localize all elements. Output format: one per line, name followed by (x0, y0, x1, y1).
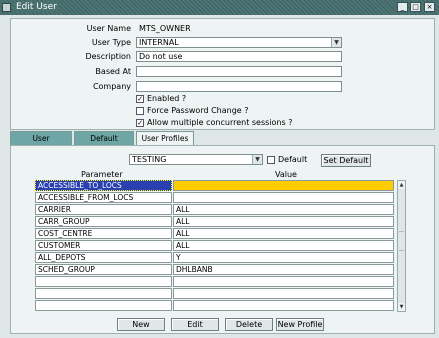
user-type-value: INTERNAL (139, 38, 179, 47)
parameter-cell[interactable] (35, 276, 172, 287)
parameter-column-header: Parameter (81, 170, 123, 179)
table-row[interactable]: CARR_GROUP ALL (35, 216, 394, 228)
value-cell[interactable] (173, 276, 394, 287)
window-title: Edit User (14, 2, 59, 12)
enabled-checkbox[interactable]: ✓ Enabled ? (136, 94, 186, 103)
profile-select[interactable]: TESTING ▼ (129, 154, 263, 165)
user-profiles-panel: TESTING ▼ Default Set Default Parameter … (10, 145, 435, 334)
parameter-cell[interactable]: ALL_DEPOTS (35, 252, 172, 263)
parameter-cell[interactable]: ACCESSIBLE_FROM_LOCS (35, 192, 172, 203)
scroll-thumb[interactable] (399, 231, 404, 251)
force-password-label: Force Password Change ? (147, 106, 249, 115)
based-at-field[interactable] (136, 66, 342, 77)
parameter-cell[interactable]: CARRIER (35, 204, 172, 215)
tab-user-parameters[interactable]: User Parameters (10, 131, 72, 156)
value-cell[interactable]: DHLBANB (173, 264, 394, 275)
delete-button[interactable]: Delete (225, 318, 273, 331)
table-row[interactable] (35, 288, 394, 300)
parameter-cell: ACCESSIBLE_TO_LOCS (38, 181, 122, 190)
scroll-down-icon[interactable]: ▼ (398, 303, 405, 311)
profile-value: TESTING (132, 155, 167, 164)
user-type-label: User Type (91, 38, 131, 47)
close-button[interactable]: × (424, 2, 435, 12)
window-icon (2, 3, 11, 12)
edit-user-window: Edit User _ □ × User Name MTS_OWNER User… (0, 0, 439, 338)
table-row[interactable]: COST_CENTRE ALL (35, 228, 394, 240)
title-bar[interactable]: Edit User _ □ × (0, 0, 439, 15)
value-cell[interactable] (173, 192, 394, 203)
enabled-label: Enabled ? (147, 94, 187, 103)
table-row[interactable]: ALL_DEPOTS Y (35, 252, 394, 264)
default-checkbox[interactable]: Default (267, 155, 307, 164)
company-label: Company (92, 82, 131, 91)
company-field[interactable] (136, 81, 342, 92)
scroll-up-icon[interactable]: ▲ (398, 181, 405, 189)
parameter-cell[interactable] (35, 300, 172, 311)
value-cell[interactable] (173, 300, 394, 311)
check-icon: ✓ (136, 94, 144, 103)
user-details-panel: User Name MTS_OWNER User Type INTERNAL ▼… (10, 18, 435, 130)
value-cell[interactable]: ALL (173, 228, 394, 239)
parameter-cell[interactable]: COST_CENTRE (35, 228, 172, 239)
new-profile-button[interactable]: New Profile (276, 318, 324, 331)
parameter-cell[interactable]: SCHED_GROUP (35, 264, 172, 275)
value-cell[interactable]: ALL (173, 204, 394, 215)
grid-scrollbar[interactable]: ▲ ▼ (397, 180, 406, 312)
minimize-button[interactable]: _ (397, 2, 408, 12)
chevron-down-icon[interactable]: ▼ (252, 155, 262, 164)
parameter-cell[interactable]: CUSTOMER (35, 240, 172, 251)
table-row[interactable]: CARRIER ALL (35, 204, 394, 216)
table-row[interactable] (35, 276, 394, 288)
check-icon: ✓ (136, 118, 144, 127)
tab-default-printers[interactable]: Default Printers (74, 131, 134, 156)
description-field[interactable]: Do not use (136, 51, 342, 62)
allow-multiple-sessions-checkbox[interactable]: ✓ Allow multiple concurrent sessions ? (136, 118, 292, 127)
value-cell[interactable] (173, 288, 394, 299)
table-row[interactable] (35, 300, 394, 312)
value-cell[interactable] (173, 180, 394, 191)
value-cell[interactable]: ALL (173, 216, 394, 227)
user-name-value: MTS_OWNER (139, 24, 191, 33)
tab-user-profiles[interactable]: User Profiles (136, 131, 194, 146)
edit-button[interactable]: Edit (171, 318, 219, 331)
value-cell[interactable]: ALL (173, 240, 394, 251)
table-row[interactable]: ACCESSIBLE_FROM_LOCS (35, 192, 394, 204)
maximize-button[interactable]: □ (410, 2, 421, 12)
parameter-grid: ACCESSIBLE_TO_LOCS ACCESSIBLE_FROM_LOCS … (35, 180, 394, 312)
table-row[interactable]: CUSTOMER ALL (35, 240, 394, 252)
default-label: Default (278, 155, 308, 164)
user-type-select[interactable]: INTERNAL ▼ (136, 37, 342, 48)
chevron-down-icon[interactable]: ▼ (331, 38, 341, 47)
description-label: Description (85, 52, 131, 61)
table-row[interactable]: SCHED_GROUP DHLBANB (35, 264, 394, 276)
user-name-label: User Name (86, 24, 131, 33)
parameter-cell[interactable] (35, 288, 172, 299)
new-button[interactable]: New (117, 318, 165, 331)
based-at-label: Based At (95, 67, 131, 76)
allow-multiple-label: Allow multiple concurrent sessions ? (147, 118, 293, 127)
set-default-button[interactable]: Set Default (321, 154, 371, 167)
value-column-header: Value (275, 170, 297, 179)
table-row[interactable]: ACCESSIBLE_TO_LOCS (35, 180, 394, 192)
force-password-checkbox[interactable]: Force Password Change ? (136, 106, 249, 115)
parameter-cell[interactable]: CARR_GROUP (35, 216, 172, 227)
value-cell[interactable]: Y (173, 252, 394, 263)
